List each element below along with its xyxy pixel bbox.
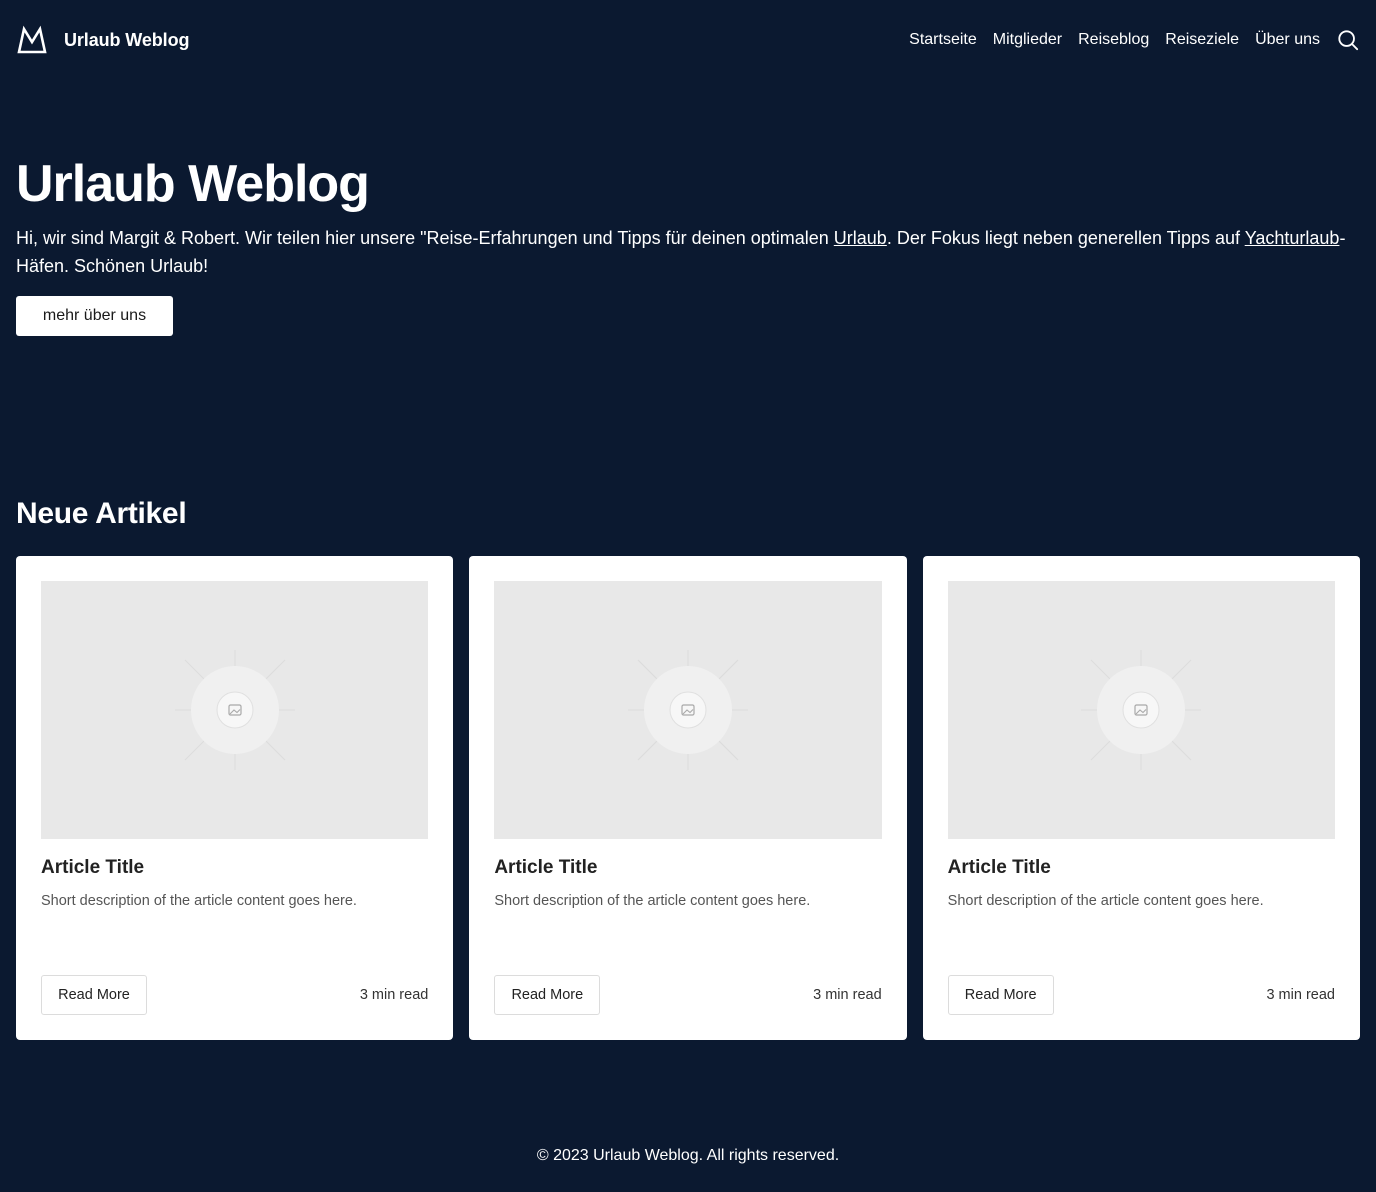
hero-intro: Hi, wir sind Margit & Robert. Wir teilen… (16, 224, 1356, 280)
image-placeholder-icon (1081, 650, 1202, 770)
article-title: Article Title (947, 857, 1051, 878)
article-card: Article Title Short description of the a… (922, 556, 1360, 1040)
article-image (41, 581, 429, 839)
article-grid: Article Title Short description of the a… (16, 556, 1360, 1040)
main-nav: Startseite Mitglieder Reiseblog Reisezie… (909, 26, 1360, 54)
article-title: Article Title (494, 857, 598, 878)
hero-title: Urlaub Weblog (16, 155, 370, 213)
read-time: 3 min read (359, 987, 429, 1003)
image-placeholder-icon (627, 650, 748, 770)
nav-item-mitglieder[interactable]: Mitglieder (993, 31, 1062, 49)
read-time: 3 min read (1266, 987, 1335, 1003)
brand-name: Urlaub Weblog (64, 29, 190, 50)
brand-link[interactable]: Urlaub Weblog (16, 24, 189, 56)
article-image (494, 581, 882, 839)
about-us-button[interactable]: mehr über uns (16, 296, 173, 336)
nav-item-startseite[interactable]: Startseite (909, 31, 977, 49)
search-icon[interactable] (1336, 28, 1360, 52)
read-more-button[interactable]: Read More (947, 975, 1054, 1015)
article-description: Short description of the article content… (947, 893, 1264, 909)
article-title: Article Title (41, 857, 145, 878)
read-time: 3 min read (813, 987, 882, 1003)
mountain-logo-icon (16, 24, 48, 56)
link-urlaub[interactable]: Urlaub (834, 228, 887, 248)
hero-text-1: Hi, wir sind Margit & Robert. Wir teilen… (16, 228, 834, 248)
link-yachturlaub[interactable]: Yachturlaub (1245, 228, 1340, 248)
article-card: Article Title Short description of the a… (469, 556, 907, 1040)
nav-item-reiseblog[interactable]: Reiseblog (1078, 31, 1149, 49)
site-footer: © 2023 Urlaub Weblog. All rights reserve… (0, 1144, 1376, 1168)
section-title: Neue Artikel (16, 497, 187, 530)
article-card: Article Title Short description of the a… (16, 556, 454, 1040)
article-image (947, 581, 1335, 839)
read-more-button[interactable]: Read More (41, 975, 147, 1015)
site-header: Urlaub Weblog Startseite Mitglieder Reis… (0, 0, 1376, 80)
article-description: Short description of the article content… (41, 893, 357, 909)
read-more-button[interactable]: Read More (494, 975, 601, 1015)
nav-item-ueber-uns[interactable]: Über uns (1255, 31, 1320, 49)
hero-text-2: . Der Fokus liegt neben generellen Tipps… (886, 228, 1245, 248)
copyright-text: © 2023 Urlaub Weblog. All rights reserve… (536, 1147, 840, 1164)
image-placeholder-icon (174, 650, 295, 770)
nav-item-reiseziele[interactable]: Reiseziele (1165, 31, 1239, 49)
article-description: Short description of the article content… (494, 893, 811, 909)
